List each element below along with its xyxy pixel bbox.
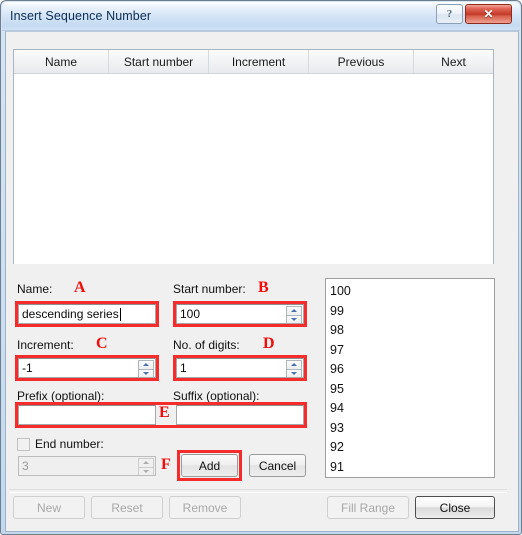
- digits-value: 1: [180, 361, 187, 375]
- annotation-letter-e: E: [159, 404, 170, 421]
- column-header-next[interactable]: Next: [414, 50, 493, 73]
- column-header-increment[interactable]: Increment: [209, 50, 309, 73]
- increment-value: -1: [22, 361, 33, 375]
- name-input[interactable]: descending series: [18, 304, 156, 324]
- close-icon[interactable]: ✕: [465, 4, 512, 24]
- list-item[interactable]: 97: [330, 341, 494, 361]
- footer-separator: [9, 489, 507, 493]
- digits-spinner-up[interactable]: [286, 360, 302, 370]
- chevron-down-icon: [143, 371, 149, 375]
- chevron-down-icon: [291, 317, 297, 321]
- reset-button[interactable]: Reset: [91, 496, 163, 519]
- end-number-input: 3: [18, 456, 156, 476]
- increment-spinner[interactable]: [138, 360, 154, 377]
- annotation-letter-c: C: [96, 335, 108, 352]
- list-item[interactable]: 95: [330, 380, 494, 400]
- end-number-spinner: [138, 458, 154, 475]
- chevron-up-icon: [143, 461, 149, 465]
- fill-range-button[interactable]: Fill Range: [327, 496, 409, 519]
- prefix-input[interactable]: [18, 405, 156, 425]
- name-label: Name:: [17, 282, 53, 296]
- end-number-label: End number:: [35, 437, 104, 451]
- dialog-window: Insert Sequence Number ? ✕ Name Start nu…: [0, 0, 522, 535]
- list-item[interactable]: 100: [330, 282, 494, 302]
- close-button[interactable]: Close: [415, 496, 495, 519]
- annotation-letter-f: F: [161, 456, 171, 473]
- suffix-label: Suffix (optional):: [173, 389, 260, 403]
- chevron-up-icon: [291, 363, 297, 367]
- end-number-value: 3: [22, 459, 29, 473]
- increment-label: Increment:: [17, 338, 74, 352]
- start-number-input[interactable]: 100: [176, 304, 304, 324]
- chevron-down-icon: [143, 469, 149, 473]
- list-item[interactable]: 93: [330, 419, 494, 439]
- text-caret: [119, 307, 121, 321]
- remove-button[interactable]: Remove: [169, 496, 241, 519]
- increment-spinner-up[interactable]: [138, 360, 154, 370]
- window-title: Insert Sequence Number: [10, 9, 152, 23]
- annotation-letter-a: A: [74, 279, 86, 296]
- cancel-button[interactable]: Cancel: [249, 454, 306, 477]
- start-number-spinner-up[interactable]: [286, 306, 302, 316]
- end-number-spinner-up: [138, 458, 154, 468]
- start-number-label: Start number:: [173, 282, 246, 296]
- list-item[interactable]: 99: [330, 302, 494, 322]
- chevron-up-icon: [143, 363, 149, 367]
- start-number-spinner[interactable]: [286, 306, 302, 323]
- close-glyph: ✕: [483, 7, 494, 21]
- title-bar: Insert Sequence Number ? ✕: [2, 2, 520, 31]
- digits-spinner-down[interactable]: [286, 369, 302, 377]
- digits-input[interactable]: 1: [176, 358, 304, 378]
- preview-list[interactable]: 100 99 98 97 96 95 94 93 92 91: [325, 278, 495, 478]
- digits-label: No. of digits:: [173, 338, 240, 352]
- end-number-spinner-down: [138, 467, 154, 475]
- list-item[interactable]: 91: [330, 458, 494, 478]
- sequence-table[interactable]: Name Start number Increment Previous Nex…: [13, 49, 494, 264]
- chevron-down-icon: [291, 371, 297, 375]
- annotation-letter-b: B: [258, 279, 269, 296]
- column-header-start-number[interactable]: Start number: [109, 50, 209, 73]
- list-item[interactable]: 92: [330, 438, 494, 458]
- increment-input[interactable]: -1: [18, 358, 156, 378]
- start-number-value: 100: [180, 307, 201, 321]
- table-header-row: Name Start number Increment Previous Nex…: [14, 50, 493, 74]
- list-item[interactable]: 94: [330, 399, 494, 419]
- increment-spinner-down[interactable]: [138, 369, 154, 377]
- help-glyph: ?: [446, 8, 453, 20]
- column-header-previous[interactable]: Previous: [309, 50, 414, 73]
- new-button[interactable]: New: [13, 496, 85, 519]
- add-button[interactable]: Add: [181, 454, 238, 477]
- prefix-label: Prefix (optional):: [17, 389, 105, 403]
- column-header-name[interactable]: Name: [14, 50, 109, 73]
- list-item[interactable]: 98: [330, 321, 494, 341]
- table-body[interactable]: [14, 74, 493, 264]
- suffix-input[interactable]: [176, 405, 304, 425]
- digits-spinner[interactable]: [286, 360, 302, 377]
- chevron-up-icon: [291, 309, 297, 313]
- name-input-value: descending series: [22, 307, 119, 321]
- list-item[interactable]: 96: [330, 360, 494, 380]
- start-number-spinner-down[interactable]: [286, 315, 302, 323]
- end-number-checkbox[interactable]: [17, 438, 30, 451]
- help-icon[interactable]: ?: [436, 4, 463, 24]
- annotation-letter-d: D: [263, 335, 275, 352]
